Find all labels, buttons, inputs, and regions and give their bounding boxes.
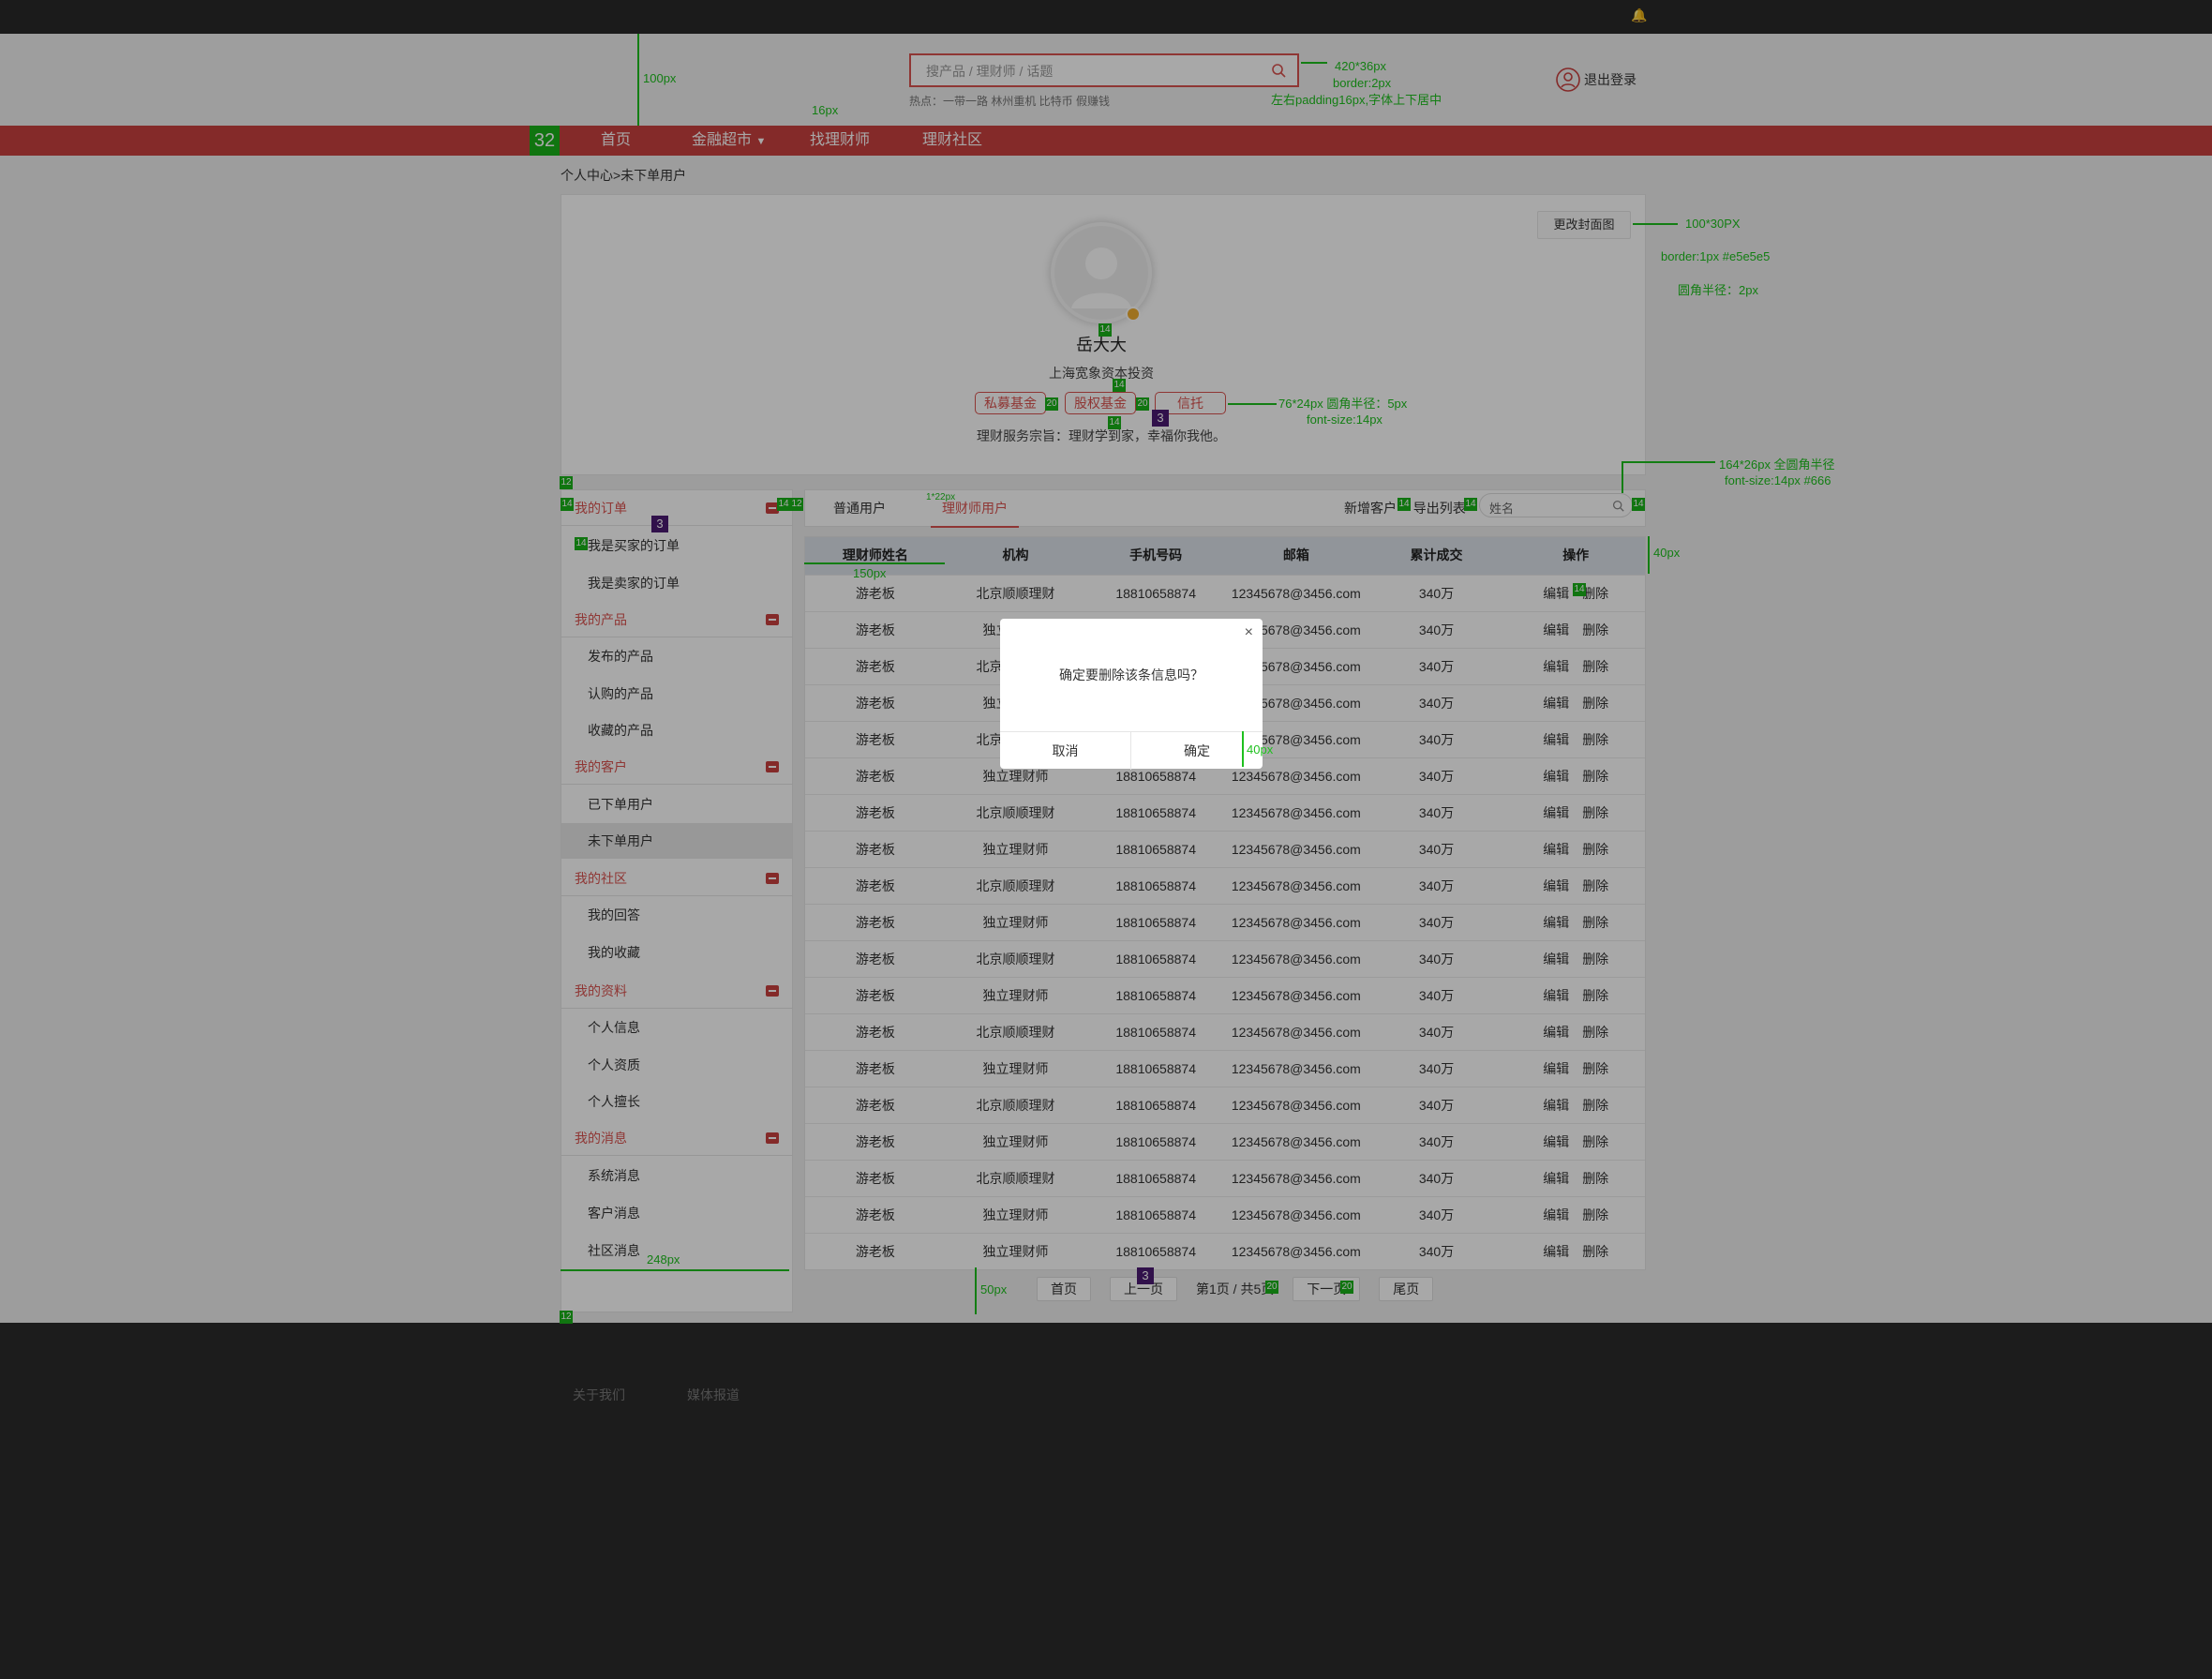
modal-overlay[interactable] bbox=[0, 0, 2212, 1679]
dialog-message: 确定要删除该条信息吗？ bbox=[1059, 667, 1203, 682]
dialog-footer: 取消 确定 bbox=[1000, 731, 1263, 770]
cancel-button[interactable]: 取消 bbox=[1000, 732, 1131, 770]
annotation-dialog-footer-height: 40px bbox=[1247, 742, 1274, 757]
confirm-dialog: × 确定要删除该条信息吗？ 取消 确定 bbox=[1000, 619, 1263, 770]
close-icon[interactable]: × bbox=[1245, 624, 1253, 641]
annotation-line bbox=[1242, 731, 1244, 767]
